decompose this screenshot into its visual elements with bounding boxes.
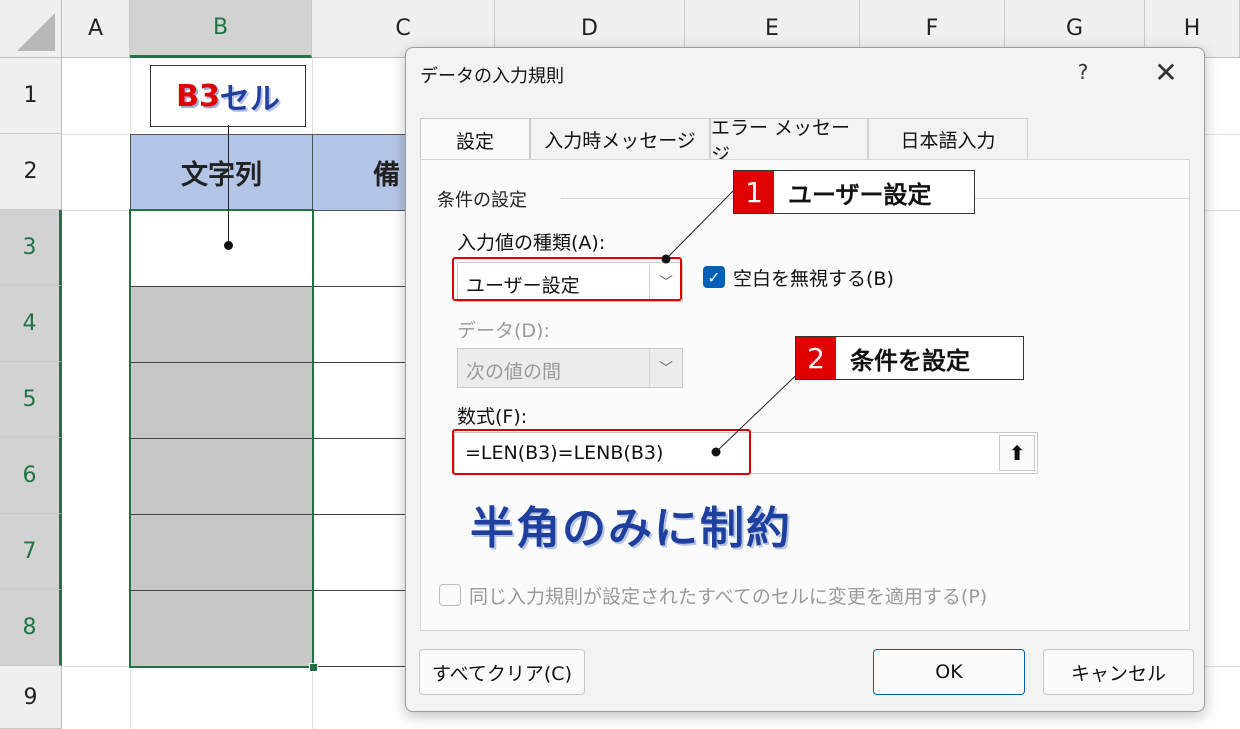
column-header-a[interactable]: A (62, 0, 130, 58)
cancel-button[interactable]: キャンセル (1043, 649, 1194, 695)
row-header-9[interactable]: 9 (0, 666, 62, 729)
tab-japanese-input[interactable]: 日本語入力 (868, 118, 1028, 160)
callout-b3-label: B3 (176, 78, 220, 114)
upload-arrow-icon: ⬆ (1008, 441, 1026, 465)
tab-settings[interactable]: 設定 (420, 118, 530, 162)
dialog-title: データの入力規則 (420, 66, 564, 87)
column-header-b[interactable]: B (130, 0, 312, 58)
ok-button[interactable]: OK (873, 649, 1025, 695)
data-dropdown[interactable]: 次の値の間 ﹀ (457, 348, 683, 388)
data-label: データ(D): (457, 320, 550, 342)
formula-highlight-box (452, 429, 751, 475)
halfwidth-only-note: 半角のみに制約 (470, 503, 792, 554)
chevron-down-icon: ﹀ (649, 349, 682, 387)
b3-pointer-dot (224, 241, 233, 250)
clear-all-button[interactable]: すべてクリア(C) (419, 649, 585, 695)
row-header-2[interactable]: 2 (0, 134, 62, 210)
select-all-corner[interactable] (0, 0, 62, 58)
group-label-criteria: 条件の設定 (437, 186, 533, 212)
fill-handle[interactable] (309, 663, 318, 672)
apply-all-label: 同じ入力規則が設定されたすべてのセルに変更を適用する(P) (469, 586, 988, 608)
step2-number: 2 (796, 337, 836, 379)
selection-range (129, 209, 314, 668)
step1-badge: 1 ユーザー設定 (733, 170, 975, 214)
b3-cell-callout: B3 セル (150, 65, 306, 127)
help-icon[interactable]: ? (1071, 60, 1095, 84)
data-dropdown-value: 次の値の間 (466, 361, 562, 383)
step2-badge: 2 条件を設定 (795, 336, 1024, 380)
row-header-5[interactable]: 5 (0, 362, 62, 438)
allow-highlight-box (452, 257, 682, 301)
table-header-string[interactable]: 文字列 (130, 134, 313, 211)
formula-label: 数式(F): (457, 406, 528, 428)
step1-number: 1 (734, 171, 774, 213)
close-icon[interactable]: ✕ (1151, 56, 1181, 89)
step2-text: 条件を設定 (850, 346, 970, 375)
row-header-6[interactable]: 6 (0, 438, 62, 514)
tab-input-message[interactable]: 入力時メッセージ (530, 118, 710, 160)
row-header-1[interactable]: 1 (0, 58, 62, 134)
ignore-blank-label: 空白を無視する(B) (733, 268, 894, 290)
row-header-7[interactable]: 7 (0, 514, 62, 590)
tab-error-message[interactable]: エラー メッセージ (710, 117, 868, 166)
callout-cell-label: セル (219, 82, 280, 117)
row-header-8[interactable]: 8 (0, 590, 62, 666)
step1-text: ユーザー設定 (788, 180, 932, 209)
range-collapse-button[interactable]: ⬆ (999, 435, 1035, 471)
ignore-blank-checkbox[interactable]: ✓ (703, 266, 725, 288)
settings-panel: 条件の設定 入力値の種類(A): ユーザー設定 ﹀ ✓ 空白を無視する(B) デ… (420, 159, 1191, 631)
row-header-3[interactable]: 3 (0, 210, 62, 286)
row-header-4[interactable]: 4 (0, 286, 62, 362)
apply-all-checkbox[interactable] (439, 584, 461, 606)
allow-label: 入力値の種類(A): (457, 232, 606, 254)
